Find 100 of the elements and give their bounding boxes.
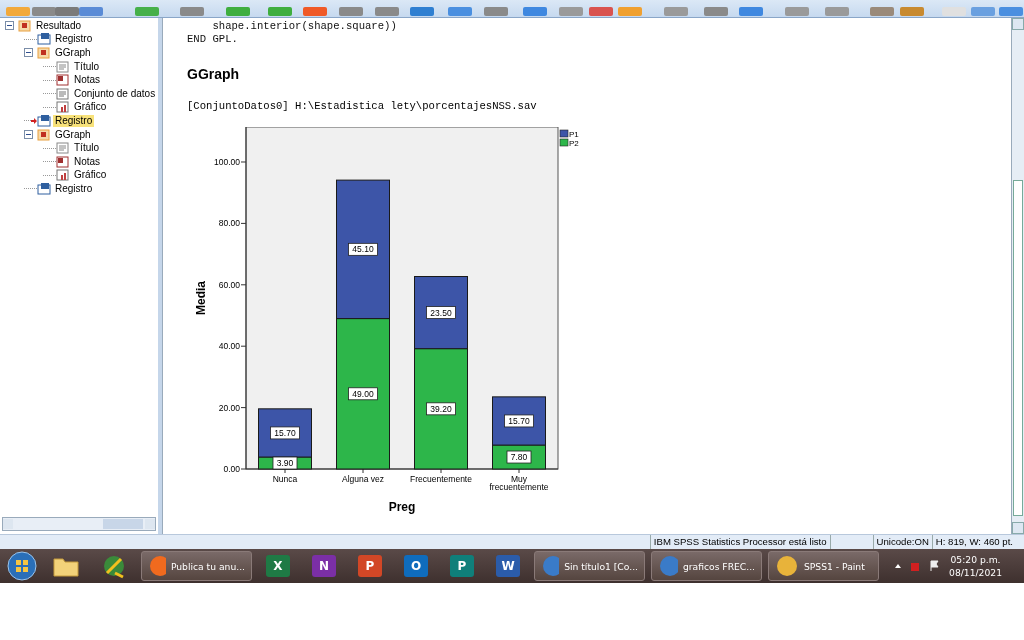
toolbar-icon[interactable] [447,7,473,17]
value-label: 15.70 [504,414,534,428]
toolbar-icon[interactable] [998,7,1024,17]
x-tick-label: Muy frecuentemente [489,474,549,492]
toolbar-icon[interactable] [373,7,400,17]
value-label: 7.80 [506,450,532,464]
app-tile[interactable]: P [358,555,382,577]
expand-toggle[interactable] [5,21,14,31]
toolbar-icon[interactable] [970,7,997,17]
toolbar-icon[interactable] [225,7,251,17]
toolbar-icon[interactable] [823,7,850,17]
toolbar-icon[interactable] [409,7,436,17]
tree-item-icon [56,155,70,168]
tree-item-icon [56,169,70,182]
app-tile[interactable]: N [312,555,336,577]
tree-item-icon [56,101,70,114]
app-tile[interactable]: O [404,555,428,577]
y-tick-label: 60.00 [218,279,240,290]
tray-expand-icon[interactable] [895,564,902,568]
power-icon[interactable] [909,560,922,572]
app-icon [541,554,560,578]
toolbar-icon[interactable] [78,7,104,17]
toolbar-icon[interactable] [784,7,810,17]
app-tile[interactable]: W [496,555,520,577]
app-icon [658,554,678,578]
toolbar-icon[interactable] [54,7,80,17]
toolbar-icon[interactable] [133,7,160,17]
y-tick-label: 80.00 [218,218,240,229]
legend-swatch [559,129,569,138]
start-button[interactable] [7,551,37,581]
tree-item[interactable]: Registro [53,33,95,46]
toolbar-icon[interactable] [663,7,689,17]
toolbar-icon[interactable] [738,7,765,17]
tree-item[interactable]: Registro [53,182,95,195]
tree-item[interactable]: Título [72,60,101,73]
value-label: 15.70 [270,426,300,440]
tree-item[interactable]: Gráfico [72,101,109,114]
toolbar-icon[interactable] [30,7,57,17]
x-tick-label: Nunca [272,474,298,484]
toolbar-icon[interactable] [869,7,896,17]
value-label: 49.00 [348,387,378,401]
tree-item[interactable]: Resultado [34,19,84,32]
toolbar-icon[interactable] [338,7,364,17]
tree-item[interactable]: Notas [72,74,103,87]
flag-icon[interactable] [929,560,942,572]
taskbar-window-button[interactable]: graficos FREC... [651,551,762,581]
expand-toggle[interactable] [24,130,33,140]
tree-item[interactable]: GGraph [53,128,93,141]
app-icon [148,554,166,578]
tree-item[interactable]: Título [72,142,101,155]
y-tick-label: 20.00 [218,402,240,413]
expand-toggle[interactable] [24,48,33,58]
taskbar-window-button[interactable]: Publica tu anu... [141,551,252,581]
value-label: 39.20 [426,402,456,416]
toolbar-icon[interactable] [702,7,729,17]
taskbar-window-button[interactable]: Sin título1 [Co... [534,551,645,581]
tree-item-icon [56,87,70,100]
x-tick-label: Alguna vez [341,474,385,484]
toolbar-icon[interactable] [587,7,614,17]
toolbar-icon[interactable] [179,7,206,17]
x-tick-label: Frecuentemente [410,474,472,484]
vertical-scrollbar[interactable] [1011,18,1024,534]
tree-item[interactable]: GGraph [53,47,93,59]
tree-item-icon [56,60,70,73]
tree-item-icon [56,142,70,155]
tree-item[interactable]: Gráfico [72,169,109,182]
toolbar-icon[interactable] [558,7,584,17]
tree-item[interactable]: Registro [53,114,95,127]
value-label: 3.90 [272,456,298,470]
syntax-line: END GPL. [187,33,239,46]
y-tick-label: 0.00 [223,464,240,474]
toolbar-icon[interactable] [899,7,925,17]
tree-item-icon [37,114,51,127]
dataset-path: [ConjuntoDatos0] H:\Estadistica lety\porcentajesNSS.sav [187,100,538,112]
horizontal-scrollbar[interactable] [2,517,156,531]
clock[interactable]: 05:20 p.m. 08/11/2021 [949,553,1002,579]
syntax-line: shape.interior(shape.square)) [211,20,398,33]
toolbar-icon[interactable] [266,7,293,17]
legend-label: P2 [569,138,579,148]
tree-item-icon [37,33,51,46]
y-tick-label: 40.00 [218,341,240,352]
y-axis-title: Media [194,281,208,315]
taskbar-window-button[interactable]: SPSS1 - Paint [768,551,879,581]
toolbar-icon[interactable] [482,7,509,17]
app-tile[interactable]: P [450,555,474,577]
legend-swatch [559,138,569,147]
toolbar-icon[interactable] [617,7,644,17]
y-tick-label: 100.00 [214,157,240,167]
tree-item[interactable]: Notas [72,155,103,168]
tree-item-icon [37,128,51,141]
globe-icon[interactable] [101,553,127,579]
app-tile[interactable]: X [266,555,290,577]
toolbar-icon[interactable] [522,7,549,17]
value-label: 23.50 [426,306,456,319]
app-icon [775,554,799,578]
output-heading: GGraph [187,66,241,82]
tree-item-icon [18,19,32,32]
tree-item[interactable]: Conjunto de datos [72,87,158,100]
toolbar-icon[interactable] [302,7,329,17]
tree-item-icon [56,74,70,87]
